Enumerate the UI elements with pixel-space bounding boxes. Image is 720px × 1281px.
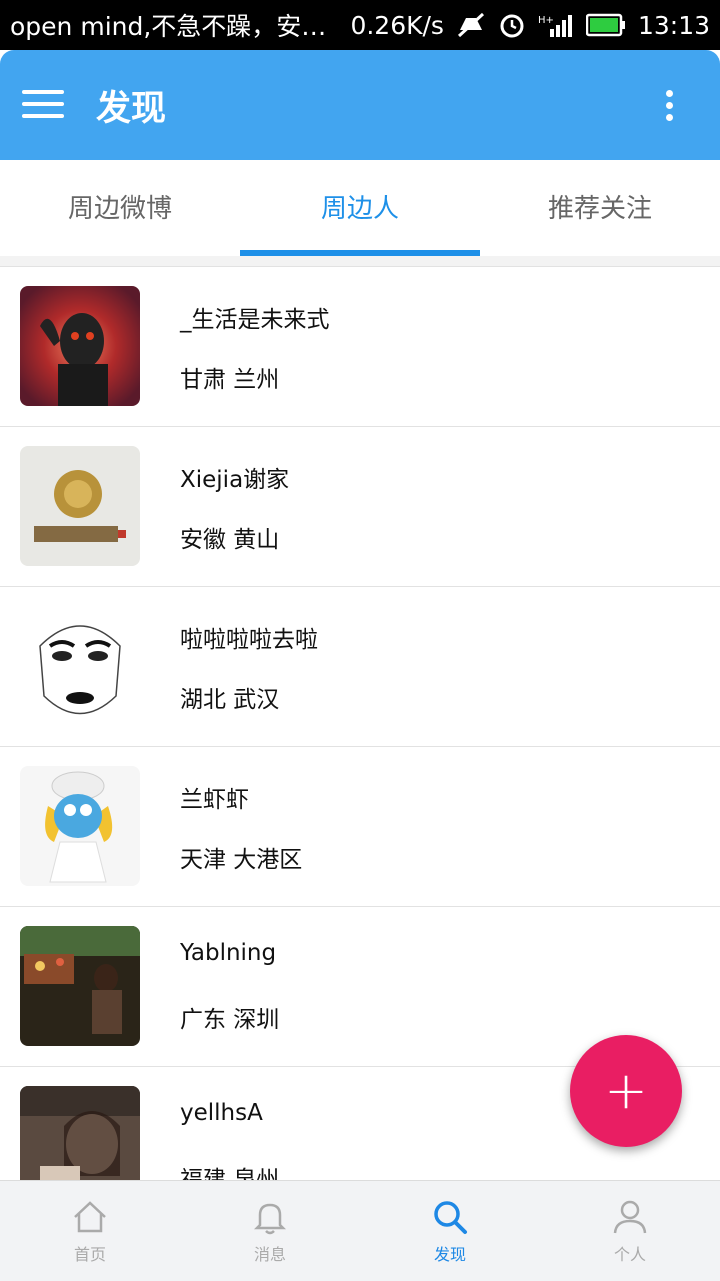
tab-divider [0,256,720,267]
list-item[interactable]: _生活是未来式 甘肃 兰州 [0,267,720,427]
list-item[interactable]: 啦啦啦啦去啦 湖北 武汉 [0,587,720,747]
avatar [20,1086,140,1180]
nav-profile[interactable]: 个人 [540,1181,720,1281]
svg-text:H+: H+ [538,15,554,26]
nav-discover-label: 发现 [433,1245,466,1264]
person-location: 湖北 武汉 [180,687,280,713]
person-location: 广东 深圳 [180,1007,280,1033]
tab-nearby-people[interactable]: 周边人 [240,160,480,256]
avatar [20,606,140,726]
signal-icon: H+ [538,11,574,39]
person-icon [613,1200,647,1234]
nav-discover[interactable]: 发现 [360,1181,540,1281]
add-button[interactable]: + [570,1035,682,1147]
page-title: 发现 [96,89,167,129]
person-name: _生活是未来式 [180,307,330,333]
avatar [20,766,140,886]
tab-recommended-follow[interactable]: 推荐关注 [480,160,720,256]
clock-time: 13:13 [637,10,710,40]
network-speed: 0.26K/s [350,10,444,40]
battery-icon [585,13,626,37]
person-location: 天津 大港区 [180,847,303,873]
person-name: 啦啦啦啦去啦 [180,627,318,653]
person-name: 兰虾虾 [180,787,249,813]
nav-profile-label: 个人 [613,1245,646,1264]
avatar [20,286,140,406]
bell-icon [253,1203,287,1235]
more-options-icon[interactable] [660,86,680,126]
avatar [20,446,140,566]
alarm-icon [498,11,526,39]
person-location: 甘肃 兰州 [180,367,280,393]
tab-bar: 周边微博 周边人 推荐关注 [0,160,720,256]
app-bar: 发现 [0,50,720,160]
nav-messages-label: 消息 [253,1245,286,1264]
avatar [20,926,140,1046]
nav-home-label: 首页 [73,1245,106,1264]
list-item[interactable]: Xiejia谢家 安徽 黄山 [0,427,720,587]
person-location: 安徽 黄山 [180,527,280,553]
person-name: Yablning [180,940,277,966]
bottom-navigation: 首页 消息 发现 个人 [0,1180,720,1281]
mute-icon [456,12,486,38]
status-bar: open mind,不急不躁，安… 0.26K/s H+ 13:13 [0,0,720,50]
tab-nearby-weibo[interactable]: 周边微博 [0,160,240,256]
person-name: yellhsA [180,1100,263,1126]
list-item[interactable]: 兰虾虾 天津 大港区 [0,747,720,907]
person-location: 福建 泉州 [180,1167,280,1180]
status-notification-text: open mind,不急不躁，安… [10,12,327,41]
search-icon [434,1201,467,1234]
menu-icon[interactable] [22,85,66,125]
nav-messages[interactable]: 消息 [180,1181,360,1281]
home-icon [74,1201,106,1233]
nav-home[interactable]: 首页 [0,1181,180,1281]
person-name: Xiejia谢家 [180,467,290,493]
